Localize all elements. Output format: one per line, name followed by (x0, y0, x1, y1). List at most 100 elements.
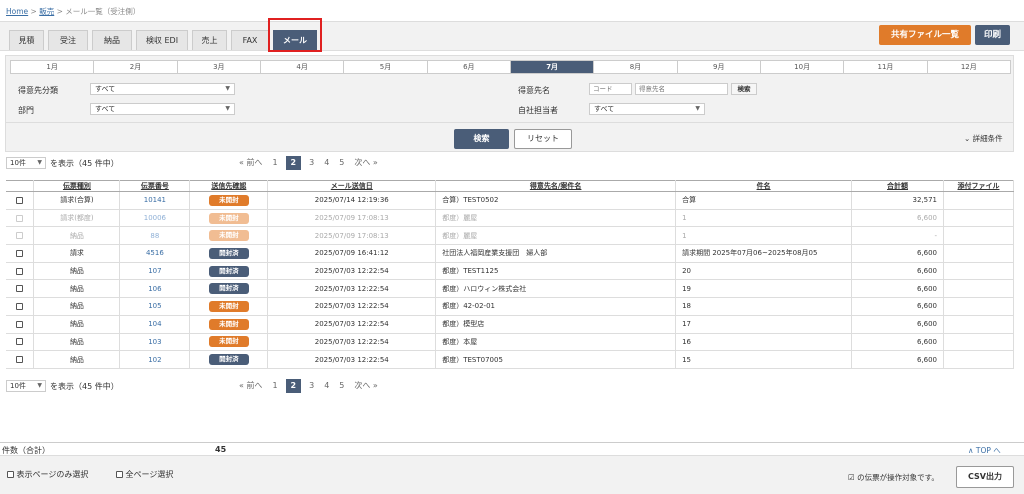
month-1[interactable]: 1月 (11, 61, 95, 73)
page-3[interactable]: 3 (304, 156, 319, 170)
select-all-option[interactable]: 全ページ選択 (116, 469, 173, 480)
row-checkbox-cell[interactable] (6, 333, 35, 352)
row-checkbox[interactable] (16, 356, 24, 364)
month-2[interactable]: 2月 (94, 61, 178, 73)
per-page-select-bottom[interactable]: 10件 ▼ (6, 380, 46, 392)
top-link[interactable]: ∧ TOP へ (968, 445, 1001, 456)
row-checkbox-cell[interactable] (6, 279, 35, 299)
month-5[interactable]: 5月 (344, 61, 428, 73)
page-1[interactable]: 1 (267, 156, 282, 170)
prev-link[interactable]: « 前へ (234, 379, 267, 393)
print-button[interactable]: 印刷 (975, 25, 1010, 45)
page-2-current[interactable]: 2 (285, 379, 302, 393)
month-11[interactable]: 11月 (844, 61, 928, 73)
row-checkbox[interactable] (16, 285, 24, 293)
slip-number-link[interactable]: 10141 (119, 191, 191, 210)
table-row[interactable]: 納品 104 未開封 2025/07/03 12:22:54 都度）模型店 17 6,600 (6, 315, 1015, 334)
row-checkbox-cell[interactable] (6, 297, 35, 316)
row-checkbox-cell[interactable] (6, 315, 35, 334)
row-checkbox[interactable] (16, 320, 24, 328)
header-total[interactable]: 合計額 (851, 180, 944, 192)
page-4[interactable]: 4 (319, 379, 334, 393)
month-7[interactable]: 7月 (510, 61, 595, 73)
month-12[interactable]: 12月 (928, 61, 1010, 73)
department-select[interactable]: すべて ▼ (90, 103, 235, 115)
row-checkbox[interactable] (16, 267, 24, 275)
slip-number-link[interactable]: 103 (119, 333, 191, 352)
table-row[interactable]: 納品 103 未開封 2025/07/03 12:22:54 都度）本屋 16 6,600 (6, 333, 1015, 352)
month-9[interactable]: 9月 (678, 61, 761, 73)
search-button[interactable]: 検索 (454, 129, 509, 149)
table-row[interactable]: 請求(合算) 10141 未開封 2025/07/14 12:19:36 合算）TEST… (6, 191, 1015, 210)
page-3[interactable]: 3 (304, 379, 319, 393)
page-5[interactable]: 5 (334, 379, 349, 393)
next-link[interactable]: 次へ » (349, 379, 382, 393)
page-1[interactable]: 1 (267, 379, 282, 393)
reset-button[interactable]: リセット (514, 129, 572, 149)
header-recipient-check[interactable]: 送信先確認 (189, 180, 269, 192)
select-page-option[interactable]: 表示ページのみ選択 (7, 469, 88, 480)
staff-select[interactable]: すべて ▼ (589, 103, 705, 115)
next-link[interactable]: 次へ » (349, 156, 382, 170)
tab-sales[interactable]: 売上 (192, 30, 227, 50)
row-checkbox-cell[interactable] (6, 209, 35, 228)
header-slip-number[interactable]: 伝票番号 (119, 180, 191, 192)
month-10[interactable]: 10月 (761, 61, 845, 73)
row-checkbox[interactable] (16, 232, 24, 240)
csv-export-button[interactable]: CSV出力 (956, 466, 1014, 488)
row-checkbox[interactable] (16, 214, 24, 222)
table-row[interactable]: 請求 4516 開封済 2025/07/09 16:41:12 社団法人福岡産業支援団 … (6, 244, 1015, 263)
slip-number-link[interactable]: 88 (119, 226, 191, 246)
detail-conditions-toggle[interactable]: ⌄ 詳細条件 (964, 133, 1003, 144)
row-checkbox-cell[interactable] (6, 350, 35, 369)
slip-number-link[interactable]: 102 (119, 350, 191, 369)
header-subject[interactable]: 件名 (675, 180, 853, 192)
breadcrumb-sales[interactable]: 販売 (39, 7, 54, 16)
row-checkbox-cell[interactable] (6, 226, 35, 246)
customer-name-input[interactable] (635, 83, 728, 95)
row-checkbox[interactable] (16, 249, 24, 257)
header-customer[interactable]: 得意先名/案件名 (435, 180, 677, 192)
row-checkbox-cell[interactable] (6, 191, 35, 210)
row-checkbox[interactable] (16, 196, 24, 204)
header-slip-type[interactable]: 伝票種別 (33, 180, 121, 192)
slip-number-link[interactable]: 10006 (119, 209, 191, 228)
slip-number-link[interactable]: 107 (119, 262, 191, 281)
month-6[interactable]: 6月 (428, 61, 511, 73)
page-2-current[interactable]: 2 (285, 156, 302, 170)
row-checkbox-cell[interactable] (6, 244, 35, 263)
tab-estimate[interactable]: 見積 (9, 30, 44, 50)
slip-number-link[interactable]: 106 (119, 279, 191, 299)
customer-category-select[interactable]: すべて ▼ (90, 83, 235, 95)
tab-inspection-edi[interactable]: 検収 EDI (136, 30, 188, 50)
table-row[interactable]: 納品 106 開封済 2025/07/03 12:22:54 都度）ハロウィン株式会社 1… (6, 279, 1015, 299)
breadcrumb-home[interactable]: Home (6, 7, 28, 16)
tab-order[interactable]: 受注 (48, 30, 88, 50)
slip-number-link[interactable]: 104 (119, 315, 191, 334)
row-checkbox[interactable] (16, 302, 24, 310)
page-5[interactable]: 5 (334, 156, 349, 170)
month-4[interactable]: 4月 (261, 61, 345, 73)
table-row[interactable]: 納品 102 開封済 2025/07/03 12:22:54 都度）TEST07005 1… (6, 350, 1015, 369)
per-page-select-top[interactable]: 10件 ▼ (6, 157, 46, 169)
slip-number-link[interactable]: 4516 (119, 244, 191, 263)
header-mail-date[interactable]: メール送信日 (267, 180, 437, 192)
customer-search-button[interactable]: 検索 (731, 83, 757, 95)
slip-number-link[interactable]: 105 (119, 297, 191, 316)
customer-code-input[interactable] (589, 83, 632, 95)
tab-delivery[interactable]: 納品 (92, 30, 132, 50)
row-checkbox-cell[interactable] (6, 262, 35, 281)
table-row[interactable]: 納品 88 未開封 2025/07/09 17:08:13 都度）麗屋 1- (6, 226, 1015, 246)
table-row[interactable]: 納品 107 開封済 2025/07/03 12:22:54 都度）TEST1125 20… (6, 262, 1015, 281)
header-attachment[interactable]: 添付ファイル (943, 180, 1015, 192)
month-8[interactable]: 8月 (594, 61, 678, 73)
shared-files-button[interactable]: 共有ファイル一覧 (879, 25, 971, 45)
table-row[interactable]: 納品 105 未開封 2025/07/03 12:22:54 都度）42-02-01 18… (6, 297, 1015, 316)
tab-fax[interactable]: FAX (231, 30, 269, 50)
row-checkbox[interactable] (16, 338, 24, 346)
page-4[interactable]: 4 (319, 156, 334, 170)
month-3[interactable]: 3月 (178, 61, 261, 73)
checkbox-icon[interactable] (7, 471, 14, 478)
checkbox-icon[interactable] (116, 471, 123, 478)
table-row[interactable]: 請求(都度) 10006 未開封 2025/07/09 17:08:13 都度）麗屋 1 6… (6, 209, 1015, 228)
